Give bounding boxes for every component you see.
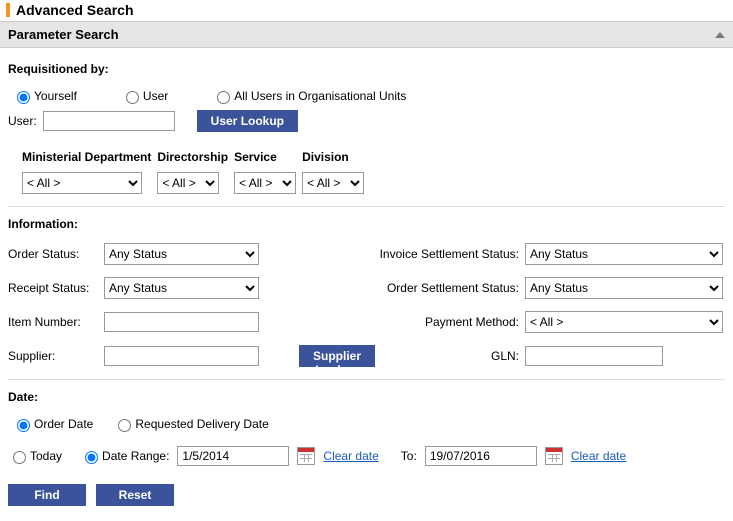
information-label: Information: (8, 217, 725, 231)
ministerial-select[interactable]: < All > (22, 172, 142, 194)
user-input[interactable] (43, 111, 175, 131)
receipt-status-label: Receipt Status: (8, 281, 98, 295)
radio-user-label: User (143, 89, 168, 103)
directorship-select[interactable]: < All > (157, 172, 219, 194)
invoice-settlement-status-select[interactable]: Any Status (525, 243, 723, 265)
radio-today[interactable] (13, 451, 26, 464)
date-to-input[interactable] (425, 446, 537, 466)
order-settlement-status-label: Order Settlement Status: (369, 281, 519, 295)
supplier-input[interactable] (104, 346, 259, 366)
supplier-label: Supplier: (8, 349, 98, 363)
date-from-input[interactable] (177, 446, 289, 466)
item-number-input[interactable] (104, 312, 259, 332)
section-header-label: Parameter Search (8, 27, 119, 42)
division-select[interactable]: < All > (302, 172, 364, 194)
col-head-directorship: Directorship (157, 150, 228, 168)
accent-bar (6, 3, 10, 17)
order-status-select[interactable]: Any Status (104, 243, 259, 265)
find-button[interactable]: Find (8, 484, 86, 506)
radio-all-units-label: All Users in Organisational Units (234, 89, 406, 103)
col-head-division: Division (302, 150, 364, 168)
radio-user[interactable] (126, 91, 139, 104)
radio-all-units[interactable] (217, 91, 230, 104)
page-title: Advanced Search (16, 2, 134, 18)
gln-label: GLN: (369, 349, 519, 363)
clear-date-to-link[interactable]: Clear date (571, 449, 626, 463)
radio-requested-delivery[interactable] (118, 419, 131, 432)
item-number-label: Item Number: (8, 315, 98, 329)
radio-date-range[interactable] (85, 451, 98, 464)
reset-button[interactable]: Reset (96, 484, 174, 506)
service-select[interactable]: < All > (234, 172, 296, 194)
user-label: User: (8, 114, 37, 128)
payment-method-label: Payment Method: (369, 315, 519, 329)
calendar-icon[interactable] (297, 447, 315, 465)
user-lookup-button[interactable]: User Lookup (197, 110, 298, 132)
supplier-lookup-button[interactable]: Supplier Lookup (299, 345, 375, 367)
radio-date-range-label: Date Range: (102, 449, 169, 463)
radio-order-date[interactable] (17, 419, 30, 432)
gln-input[interactable] (525, 346, 663, 366)
radio-yourself-label: Yourself (34, 89, 77, 103)
parameter-search-header[interactable]: Parameter Search (0, 21, 733, 48)
radio-yourself[interactable] (17, 91, 30, 104)
calendar-icon[interactable] (545, 447, 563, 465)
clear-date-from-link[interactable]: Clear date (323, 449, 378, 463)
date-to-label: To: (401, 449, 417, 463)
radio-order-date-label: Order Date (34, 417, 93, 431)
date-label: Date: (8, 390, 725, 404)
collapse-icon[interactable] (715, 32, 725, 38)
divider (8, 379, 725, 380)
col-head-ministerial: Ministerial Department (22, 150, 151, 168)
invoice-settlement-status-label: Invoice Settlement Status: (369, 247, 519, 261)
order-settlement-status-select[interactable]: Any Status (525, 277, 723, 299)
col-head-service: Service (234, 150, 296, 168)
payment-method-select[interactable]: < All > (525, 311, 723, 333)
divider (8, 206, 725, 207)
radio-today-label: Today (30, 449, 62, 463)
radio-requested-delivery-label: Requested Delivery Date (135, 417, 268, 431)
receipt-status-select[interactable]: Any Status (104, 277, 259, 299)
requisitioned-by-label: Requisitioned by: (8, 62, 725, 76)
order-status-label: Order Status: (8, 247, 98, 261)
